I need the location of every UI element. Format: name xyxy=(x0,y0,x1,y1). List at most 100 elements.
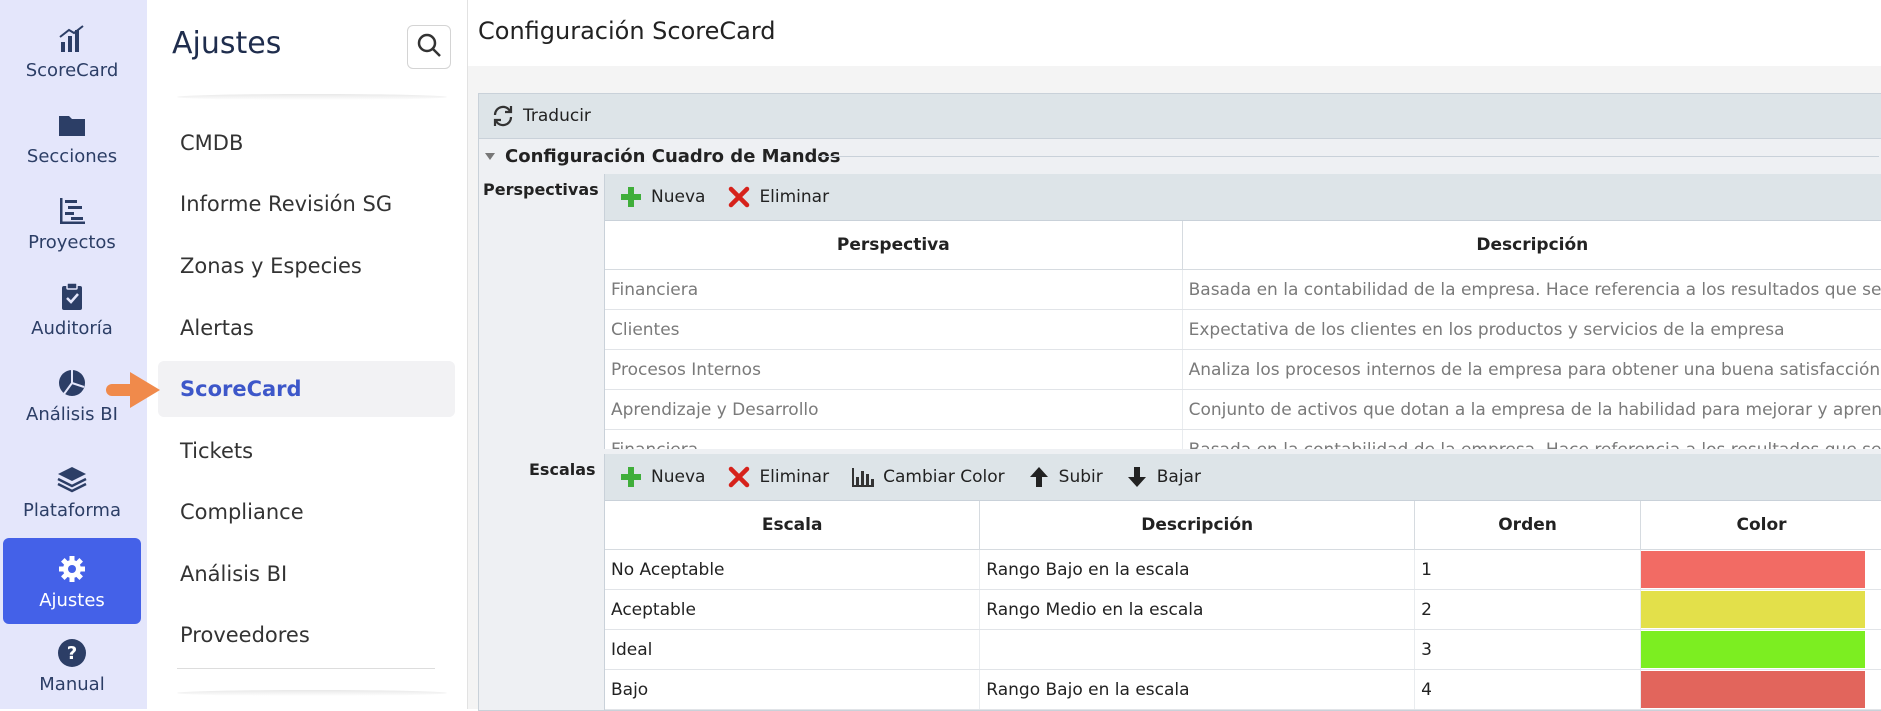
main-content: Configuración ScoreCard Traducir Configu… xyxy=(468,0,1881,711)
cell-descripcion: Basada en la contabilidad de la empresa.… xyxy=(1182,429,1881,449)
cell-descripcion: Rango Bajo en la escala xyxy=(979,669,1416,710)
divider xyxy=(177,668,435,669)
rail-item-label: Ajustes xyxy=(39,590,105,611)
table-row[interactable]: Ideal 3 xyxy=(605,629,1881,670)
cell-descripcion xyxy=(979,629,1416,670)
bar-chart-icon xyxy=(851,465,875,489)
perspectives-grid: Nueva Eliminar Perspectiva Descripción F… xyxy=(604,174,1881,449)
table-row[interactable]: No Aceptable Rango Bajo en la escala 1 xyxy=(605,549,1881,590)
cell-descripcion: Rango Medio en la escala xyxy=(979,589,1416,630)
column-header-escala[interactable]: Escala xyxy=(605,501,981,550)
table-row[interactable]: Procesos Internos Analiza los procesos i… xyxy=(605,349,1881,390)
change-color-button[interactable]: Cambiar Color xyxy=(851,465,1005,489)
settings-item-analisis-bi[interactable]: Análisis BI xyxy=(158,546,455,602)
arrow-up-icon xyxy=(1027,465,1051,489)
color-swatch[interactable] xyxy=(1640,631,1865,668)
settings-item-compliance[interactable]: Compliance xyxy=(158,484,455,540)
divider xyxy=(819,156,1879,157)
translate-label: Traducir xyxy=(523,106,591,126)
rail-item-secciones[interactable]: Secciones xyxy=(3,94,141,180)
rail-item-label: Auditoría xyxy=(31,318,113,339)
rail-item-label: Plataforma xyxy=(23,500,121,521)
scorecard-config: Traducir Configuración Cuadro de Mandos … xyxy=(478,93,1881,711)
table-row[interactable]: Bajo Rango Bajo en la escala 4 xyxy=(605,669,1881,710)
delete-x-icon xyxy=(727,185,751,209)
table-row[interactable]: Financiera Basada en la contabilidad de … xyxy=(605,269,1881,310)
change-color-label: Cambiar Color xyxy=(883,467,1005,487)
rail-item-label: ScoreCard xyxy=(25,60,119,81)
settings-item-tickets[interactable]: Tickets xyxy=(158,423,455,479)
pie-chart-icon xyxy=(55,366,89,400)
cell-orden: 4 xyxy=(1414,669,1641,710)
main-toolbar: Traducir xyxy=(479,94,1881,139)
settings-item-alertas[interactable]: Alertas xyxy=(158,300,455,356)
move-down-button[interactable]: Bajar xyxy=(1125,465,1201,489)
rail-item-scorecard[interactable]: ScoreCard xyxy=(3,8,141,94)
table-header-row: Perspectiva Descripción xyxy=(605,221,1881,270)
new-scale-button[interactable]: Nueva xyxy=(619,465,705,489)
cell-perspectiva: Procesos Internos xyxy=(605,349,1183,390)
settings-item-cmdb[interactable]: CMDB xyxy=(158,115,455,171)
delete-scale-button[interactable]: Eliminar xyxy=(727,465,829,489)
settings-item-scorecard[interactable]: ScoreCard xyxy=(158,361,455,417)
delete-perspective-button[interactable]: Eliminar xyxy=(727,185,829,209)
folder-icon xyxy=(55,108,89,142)
settings-item-informe-revision-sg[interactable]: Informe Revisión SG xyxy=(158,176,455,232)
table-row[interactable]: Financiera Basada en la contabilidad de … xyxy=(605,429,1881,449)
cell-escala: Bajo xyxy=(605,669,981,710)
color-swatch[interactable] xyxy=(1640,551,1865,588)
table-row[interactable]: Clientes Expectativa de los clientes en … xyxy=(605,309,1881,350)
new-label: Nueva xyxy=(651,467,706,487)
settings-title: Ajustes xyxy=(172,26,282,61)
plus-icon xyxy=(619,185,643,209)
rail-item-manual[interactable]: ? Manual xyxy=(3,622,141,708)
column-header-color[interactable]: Color xyxy=(1640,501,1881,550)
translate-button[interactable]: Traducir xyxy=(491,104,591,128)
settings-search-button[interactable] xyxy=(407,25,451,69)
rail-item-auditoria[interactable]: Auditoría xyxy=(3,266,141,352)
rail-item-plataforma[interactable]: Plataforma xyxy=(3,448,141,534)
color-swatch[interactable] xyxy=(1640,591,1865,628)
cell-orden: 3 xyxy=(1414,629,1641,670)
column-header-descripcion[interactable]: Descripción xyxy=(1182,221,1881,270)
divider xyxy=(177,94,447,100)
perspectives-label: Perspectivas xyxy=(483,180,599,199)
arrow-down-icon xyxy=(1125,465,1149,489)
move-up-button[interactable]: Subir xyxy=(1027,465,1103,489)
cell-escala: Aceptable xyxy=(605,589,981,630)
nav-rail: ScoreCard Secciones Proyectos Auditoría … xyxy=(0,0,147,709)
delete-label: Eliminar xyxy=(759,467,830,487)
cell-descripcion: Expectativa de los clientes en los produ… xyxy=(1182,309,1881,350)
cell-perspectiva: Clientes xyxy=(605,309,1183,350)
table-row[interactable]: Aprendizaje y Desarrollo Conjunto de act… xyxy=(605,389,1881,430)
delete-label: Eliminar xyxy=(759,187,830,207)
scales-grid: Nueva Eliminar Cambiar Color Subir Bajar… xyxy=(604,454,1881,710)
column-header-descripcion[interactable]: Descripción xyxy=(979,501,1416,550)
help-icon: ? xyxy=(55,636,89,670)
settings-item-zonas-y-especies[interactable]: Zonas y Especies xyxy=(158,238,455,294)
rail-item-ajustes[interactable]: Ajustes xyxy=(3,538,141,624)
column-header-orden[interactable]: Orden xyxy=(1414,501,1641,550)
rail-item-proyectos[interactable]: Proyectos xyxy=(3,180,141,266)
collapse-triangle-icon xyxy=(485,152,495,160)
cell-orden: 2 xyxy=(1414,589,1641,630)
cell-perspectiva: Financiera xyxy=(605,269,1183,310)
move-up-label: Subir xyxy=(1058,467,1103,487)
rail-item-label: Secciones xyxy=(26,146,118,167)
section-toggle[interactable]: Configuración Cuadro de Mandos xyxy=(485,144,841,168)
plus-icon xyxy=(619,465,643,489)
cell-orden: 1 xyxy=(1414,549,1641,590)
cell-descripcion: Conjunto de activos que dotan a la empre… xyxy=(1182,389,1881,430)
divider xyxy=(177,690,447,696)
cell-color xyxy=(1640,669,1881,710)
page-title: Configuración ScoreCard xyxy=(478,17,776,45)
cell-escala: No Aceptable xyxy=(605,549,981,590)
cell-color xyxy=(1640,629,1881,670)
new-perspective-button[interactable]: Nueva xyxy=(619,185,705,209)
table-row[interactable]: Aceptable Rango Medio en la escala 2 xyxy=(605,589,1881,630)
column-header-perspectiva[interactable]: Perspectiva xyxy=(605,221,1183,270)
cell-color xyxy=(1640,549,1881,590)
settings-item-proveedores[interactable]: Proveedores xyxy=(158,607,455,663)
color-swatch[interactable] xyxy=(1640,671,1865,708)
table-header-row: Escala Descripción Orden Color xyxy=(605,501,1881,550)
